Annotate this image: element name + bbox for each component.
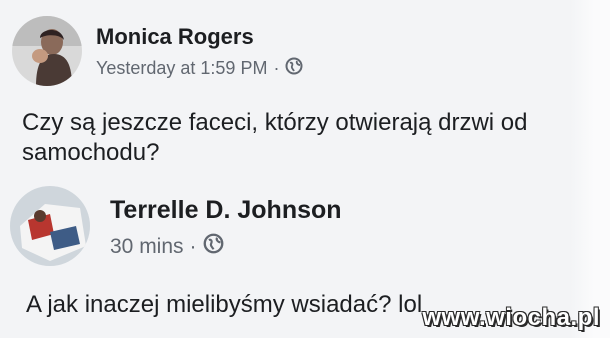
globe-icon [285,57,303,80]
post-author-name[interactable]: Monica Rogers [96,24,254,50]
comment-author-name[interactable]: Terrelle D. Johnson [110,196,342,225]
site-watermark: www.wiocha.pl [422,304,600,331]
post-text: Czy są jeszcze faceci, którzy otwierają … [22,109,528,166]
comment-meta: 30 mins · [110,233,224,260]
globe-icon [203,233,224,260]
comment-author-avatar[interactable] [10,186,90,266]
avatar-photo-icon [12,16,82,86]
post-timestamp[interactable]: Yesterday at 1:59 PM [96,58,267,79]
post-author-avatar[interactable] [12,16,82,86]
post-meta: Yesterday at 1:59 PM · [96,57,303,80]
meta-separator: · [189,234,197,258]
facebook-post: Monica Rogers Yesterday at 1:59 PM · Czy… [0,0,610,338]
comment-timestamp[interactable]: 30 mins [110,235,184,259]
right-edge-fade [570,0,610,338]
meta-separator: · [273,58,280,78]
avatar-photo-icon [10,186,90,266]
